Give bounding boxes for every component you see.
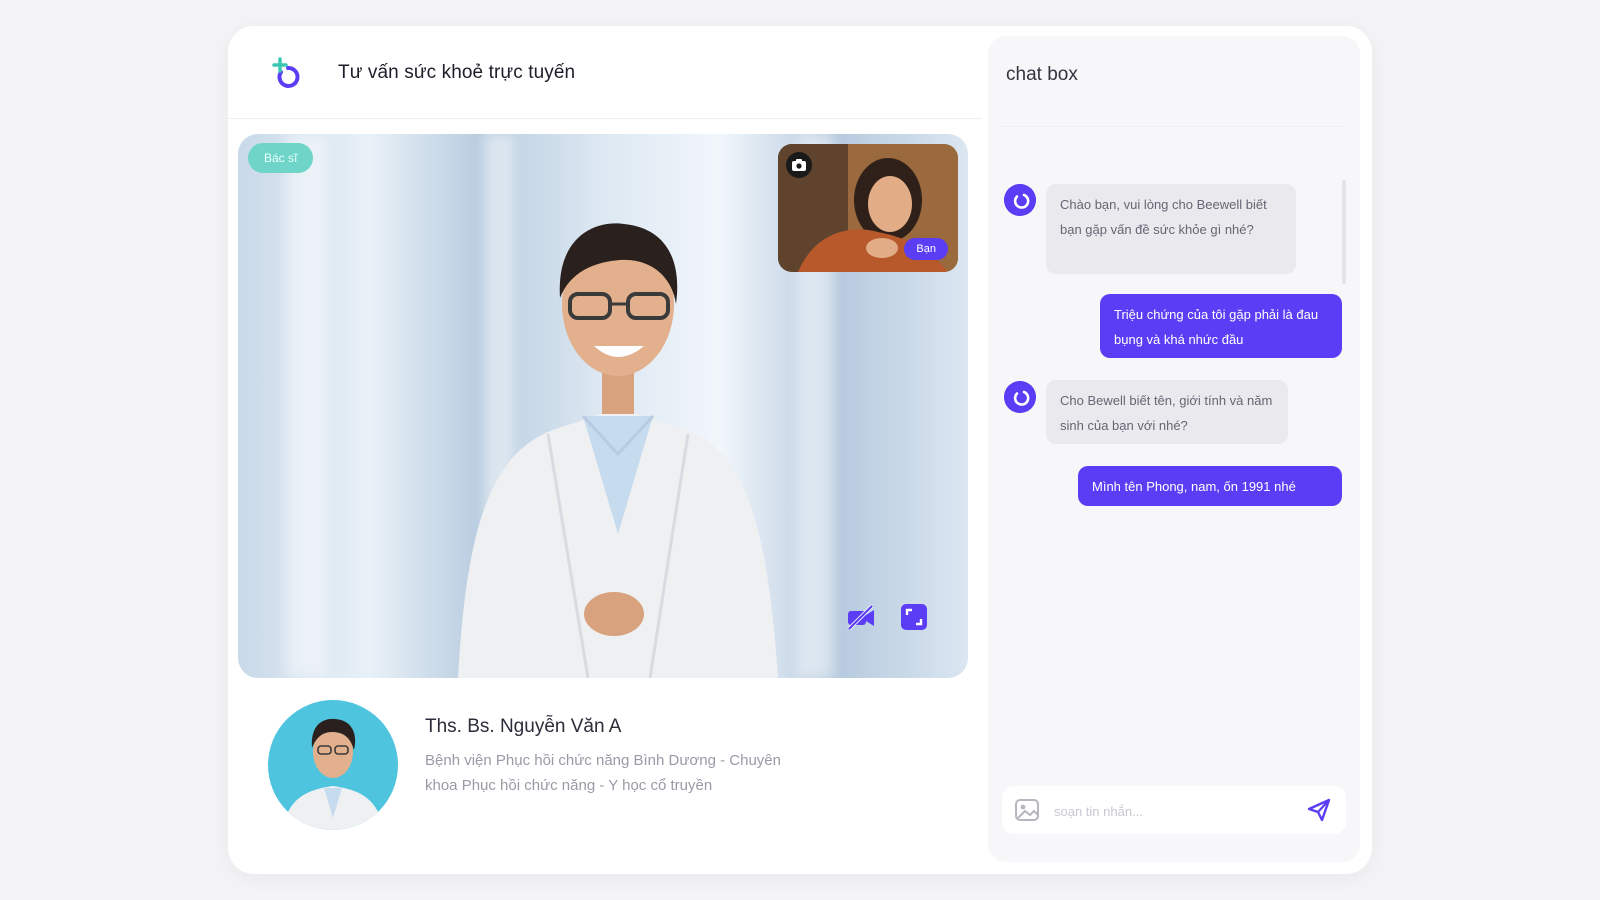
chat-divider [1002,126,1346,127]
doctor-profile-card: Ths. Bs. Nguyễn Văn A Bệnh viện Phục hồi… [238,686,968,862]
send-icon[interactable] [1306,798,1332,822]
chat-message-bot: Chào bạn, vui lòng cho Beewell biết bạn … [1046,184,1296,274]
chat-message-user: Mình tên Phong, nam, ốn 1991 nhé [1078,466,1342,506]
chat-scrollbar[interactable] [1342,180,1346,284]
fullscreen-button[interactable] [895,598,933,636]
app-logo-icon [272,57,300,88]
bot-avatar-icon [1004,381,1036,413]
doctor-badge: Bác sĩ [248,143,314,173]
self-video[interactable]: Bạn [778,144,958,272]
chat-message-user: Triệu chứng của tôi gặp phải là đau bụng… [1100,294,1342,358]
consultation-window: Tư vấn sức khoẻ trực tuyến Bác sĩ Bạn Th… [228,26,1372,874]
you-badge: Bạn [904,238,948,260]
bot-avatar-icon [1004,184,1036,216]
background-pillar [286,134,326,678]
message-composer [1002,786,1346,834]
page-title: Tư vấn sức khoẻ trực tuyến [338,62,576,83]
camera-off-icon [847,604,874,631]
attach-image-icon[interactable] [1014,798,1040,822]
doctor-figure [458,223,778,678]
app-header: Tư vấn sức khoẻ trực tuyến [228,26,982,119]
doctor-description: Bệnh viện Phục hồi chức năng Bình Dương … [425,752,781,794]
video-panel: Tư vấn sức khoẻ trực tuyến Bác sĩ Bạn Th… [228,26,982,874]
fullscreen-icon [901,604,927,630]
switch-camera-icon[interactable] [786,152,812,178]
camera-off-button[interactable] [842,598,880,636]
message-input[interactable] [1052,798,1296,824]
chat-panel: chat box Chào bạn, vui lòng cho Beewell … [988,36,1360,862]
doctor-name: Ths. Bs. Nguyễn Văn A [425,716,622,737]
chat-message-bot: Cho Bewell biết tên, giới tính và năm si… [1046,380,1288,444]
doctor-avatar [268,700,398,830]
doctor-avatar-figure [282,718,384,830]
doctor-video[interactable]: Bác sĩ Bạn [238,134,968,678]
chat-title: chat box [1006,64,1078,85]
